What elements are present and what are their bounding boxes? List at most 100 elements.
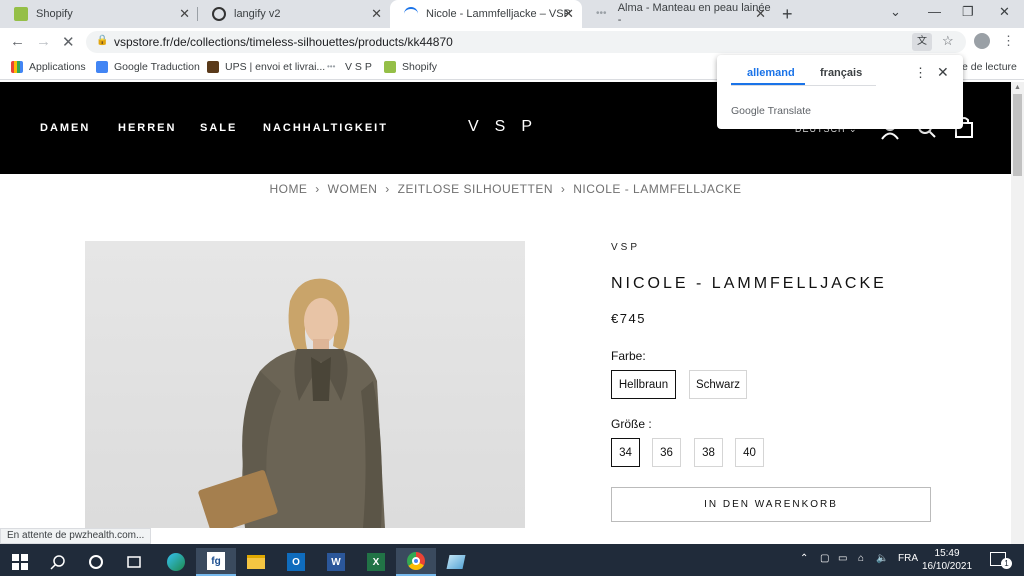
nav-sale[interactable]: SALE [200, 122, 237, 134]
tab-label: Nicole - Lammfelljacke – VSP [426, 8, 571, 20]
restore-button[interactable]: ❐ [962, 4, 974, 20]
size-option-34[interactable]: 34 [611, 438, 640, 467]
clock-date: 16/10/2021 [922, 561, 973, 572]
breadcrumb-product: NICOLE - LAMMFELLJACKE [573, 182, 742, 196]
word-icon[interactable]: W [316, 548, 356, 576]
add-to-cart-button[interactable]: IN DEN WARENKORB [611, 487, 931, 522]
tab-label: Alma - Manteau en peau lainée - [617, 2, 771, 26]
app-icon[interactable] [436, 548, 476, 576]
size-option-36[interactable]: 36 [652, 438, 681, 467]
tab-alma[interactable]: ••• Alma - Manteau en peau lainée - ✕ [582, 0, 774, 28]
new-tab-button[interactable]: + [782, 4, 793, 25]
cortana-icon[interactable] [76, 548, 116, 576]
langify-icon [212, 7, 226, 21]
chevron-right-icon: › [385, 182, 390, 196]
size-option-38[interactable]: 38 [694, 438, 723, 467]
chrome-icon[interactable] [396, 548, 436, 576]
color-label: Farbe: [611, 349, 646, 363]
profile-avatar[interactable] [974, 33, 990, 49]
page-scrollbar[interactable]: ▲ [1011, 82, 1024, 544]
tab-shopify[interactable]: Shopify ✕ [0, 0, 198, 28]
translate-source-tab[interactable]: allemand [747, 67, 795, 79]
task-view-icon[interactable] [114, 548, 154, 576]
product-price: €745 [611, 311, 646, 326]
address-bar[interactable]: 🔒 vspstore.fr/de/collections/timeless-si… [86, 31, 966, 53]
bookmark-shopify[interactable]: Shopify [384, 61, 437, 73]
loading-dots-icon: ••• [327, 62, 336, 71]
bookmark-star-icon[interactable]: ☆ [942, 33, 954, 49]
windows-start-icon[interactable] [0, 548, 40, 576]
model-photo [198, 278, 385, 528]
bookmark-google-traduction[interactable]: Google Traduction [96, 61, 200, 73]
lock-icon[interactable]: 🔒 [96, 35, 108, 46]
window-close-button[interactable]: ✕ [999, 4, 1010, 20]
breadcrumb-women[interactable]: WOMEN [328, 182, 378, 196]
url-text[interactable]: vspstore.fr/de/collections/timeless-silh… [114, 35, 453, 49]
outlook-icon[interactable]: O [276, 548, 316, 576]
tab-label: langify v2 [234, 8, 281, 20]
scrollbar-thumb[interactable] [1013, 94, 1022, 176]
breadcrumb: HOME › WOMEN › ZEITLOSE SILHOUETTEN › NI… [0, 182, 1011, 196]
loading-dots-icon: ••• [596, 8, 607, 19]
device-icon[interactable]: ▢ [820, 553, 829, 564]
apps-grid-icon [11, 61, 23, 73]
forward-button[interactable]: → [36, 33, 51, 50]
breadcrumb-home[interactable]: HOME [269, 182, 307, 196]
tab-nicole-active[interactable]: Nicole - Lammfelljacke – VSP ✕ [390, 0, 582, 28]
chevron-right-icon: › [315, 182, 320, 196]
google-translate-icon [96, 61, 108, 73]
product-image[interactable] [85, 241, 525, 528]
more-options-icon[interactable]: ⋮ [914, 65, 927, 81]
size-option-40[interactable]: 40 [735, 438, 764, 467]
notification-count-badge: 1 [1001, 558, 1012, 569]
battery-icon[interactable]: ▭ [838, 553, 847, 564]
network-icon[interactable]: ⌂ [858, 553, 864, 564]
minimize-button[interactable]: — [928, 4, 941, 19]
nav-nachhaltigkeit[interactable]: NACHHALTIGKEIT [263, 122, 388, 134]
color-option-hellbraun[interactable]: Hellbraun [611, 370, 676, 399]
bookmark-vsp[interactable]: ••• V S P [327, 61, 372, 73]
nav-damen[interactable]: DAMEN [40, 122, 90, 134]
google-translate-brand: Google Translate [731, 105, 811, 117]
file-explorer-icon[interactable] [236, 548, 276, 576]
back-button[interactable]: ← [10, 33, 25, 50]
breadcrumb-collection[interactable]: ZEITLOSE SILHOUETTEN [398, 182, 553, 196]
reading-mode-label[interactable]: e de lecture [962, 61, 1017, 73]
ups-icon [207, 61, 219, 73]
input-language[interactable]: FRA [898, 553, 918, 564]
search-icon[interactable] [38, 548, 78, 576]
tab-langify[interactable]: langify v2 ✕ [198, 0, 390, 28]
fg-app-icon[interactable]: fg [196, 548, 236, 576]
bookmark-applications[interactable]: Applications [11, 61, 86, 73]
volume-icon[interactable]: 🔈 [876, 553, 888, 564]
google-translate-popup: allemand français ⋮ ✕ Google Translate [717, 55, 963, 129]
excel-icon[interactable]: X [356, 548, 396, 576]
scroll-up-icon[interactable]: ▲ [1014, 84, 1021, 91]
tab-label: Shopify [36, 8, 73, 20]
shopify-icon [14, 7, 28, 21]
stop-loading-button[interactable]: ✕ [62, 33, 75, 51]
product-vendor[interactable]: VSP [611, 242, 640, 253]
bookmark-label: Shopify [402, 61, 438, 73]
close-icon[interactable]: ✕ [937, 64, 949, 81]
nav-herren[interactable]: HERREN [118, 122, 176, 134]
bookmark-ups[interactable]: UPS | envoi et livrai... [207, 61, 325, 73]
close-tab-icon[interactable]: ✕ [371, 7, 382, 21]
tab-search-icon[interactable]: ⌄ [890, 4, 901, 20]
close-tab-icon[interactable]: ✕ [755, 7, 766, 21]
translate-target-tab[interactable]: français [820, 67, 862, 79]
color-option-schwarz[interactable]: Schwarz [689, 370, 747, 399]
product-title: NICOLE - LAMMFELLJACKE [611, 275, 887, 292]
edge-icon[interactable] [156, 548, 196, 576]
close-tab-icon[interactable]: ✕ [563, 7, 574, 21]
close-tab-icon[interactable]: ✕ [179, 7, 190, 21]
site-logo[interactable]: VSP [468, 118, 548, 136]
shopify-icon [384, 61, 396, 73]
loading-status-bubble: En attente de pwzhealth.com... [0, 528, 152, 544]
bookmark-label: Applications [29, 61, 86, 73]
translate-icon[interactable]: 文 [912, 33, 932, 51]
system-clock[interactable]: 15:49 16/10/2021 [922, 547, 972, 573]
menu-kebab-icon[interactable]: ⋮ [1002, 33, 1015, 49]
show-hidden-icons[interactable]: ⌃ [800, 553, 808, 564]
size-label: Größe : [611, 417, 652, 431]
